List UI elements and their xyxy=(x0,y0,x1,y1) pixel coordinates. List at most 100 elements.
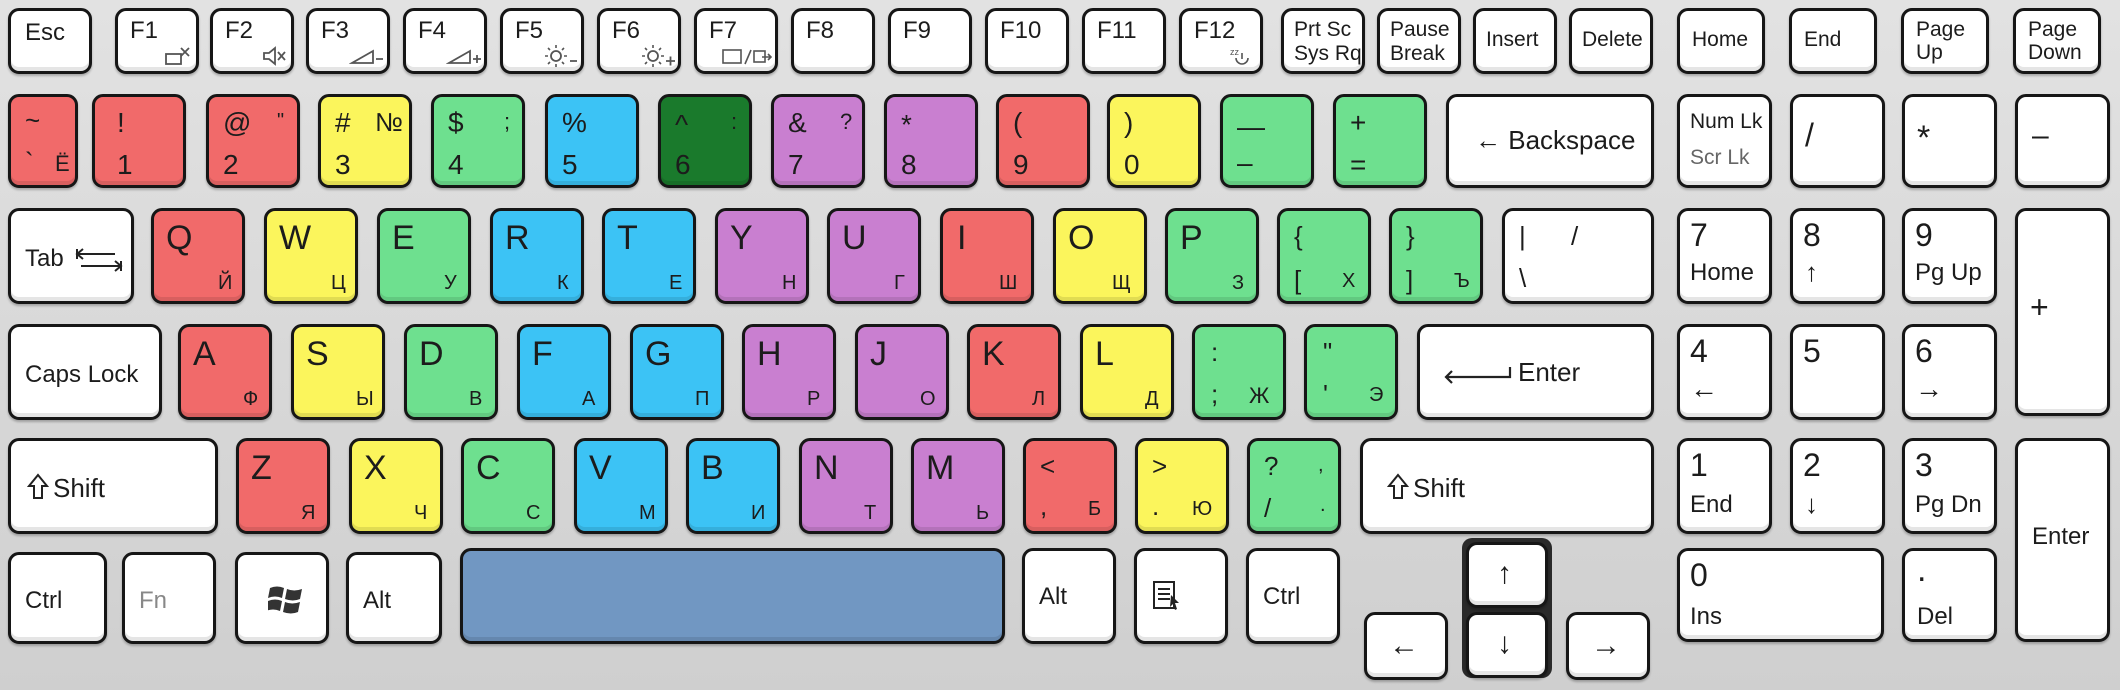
key-1[interactable]: ! 1 xyxy=(92,94,186,188)
key-enter[interactable]: Enter xyxy=(1417,324,1654,420)
key-f9[interactable]: F9 xyxy=(888,8,972,74)
key-9[interactable]: (9 xyxy=(996,94,1090,188)
key-e[interactable]: EУ xyxy=(377,208,471,304)
key-numpad-8[interactable]: 8 ↑ xyxy=(1790,208,1885,304)
key-backspace[interactable]: ← Backspace xyxy=(1446,94,1654,188)
key-o[interactable]: OЩ xyxy=(1053,208,1147,304)
key-end[interactable]: End xyxy=(1789,8,1877,74)
key-insert[interactable]: Insert xyxy=(1473,8,1557,74)
key-f8[interactable]: F8 xyxy=(791,8,875,74)
key-f11[interactable]: F11 xyxy=(1082,8,1166,74)
key-numpad-enter[interactable]: Enter xyxy=(2015,438,2110,642)
key-2[interactable]: @ " 2 xyxy=(206,94,300,188)
key-5[interactable]: % 5 xyxy=(545,94,639,188)
key-num-lock[interactable]: Num Lk Scr Lk xyxy=(1677,94,1772,188)
key-windows[interactable] xyxy=(235,552,329,644)
key-0[interactable]: ) 0 xyxy=(1107,94,1201,188)
key-c[interactable]: CС xyxy=(461,438,555,534)
key-right-alt[interactable]: Alt xyxy=(1022,548,1116,644)
key-numpad-3[interactable]: 3 Pg Dn xyxy=(1902,438,1997,534)
key-left-shift[interactable]: Shift xyxy=(8,438,218,534)
key-minus[interactable]: — – xyxy=(1220,94,1314,188)
key-f10[interactable]: F10 xyxy=(985,8,1069,74)
key-v[interactable]: VМ xyxy=(574,438,668,534)
key-f7[interactable]: F7 xyxy=(694,8,778,74)
key-p[interactable]: PЗ xyxy=(1165,208,1259,304)
key-numpad-2[interactable]: 2 ↓ xyxy=(1790,438,1885,534)
key-f12[interactable]: F12 zz xyxy=(1179,8,1263,74)
key-f1[interactable]: F1 xyxy=(115,8,199,74)
key-caps-lock[interactable]: Caps Lock xyxy=(8,324,162,420)
key-4[interactable]: $; 4 xyxy=(431,94,525,188)
key-x[interactable]: XЧ xyxy=(349,438,443,534)
key-l[interactable]: LД xyxy=(1080,324,1174,420)
key-b[interactable]: BИ xyxy=(686,438,780,534)
key-numpad-decimal[interactable]: . Del xyxy=(1902,548,1997,642)
key-prtsc[interactable]: Prt Sc Sys Rq xyxy=(1281,8,1365,74)
key-arrow-left[interactable]: ← xyxy=(1364,612,1448,680)
key-y[interactable]: YН xyxy=(715,208,809,304)
key-numpad-multiply[interactable]: * xyxy=(1902,94,1997,188)
key-esc[interactable]: Esc xyxy=(8,8,92,74)
key-quote[interactable]: " ' Э xyxy=(1304,324,1398,420)
key-menu[interactable] xyxy=(1134,548,1228,644)
key-arrow-down[interactable]: ↓ xyxy=(1466,612,1548,678)
key-t[interactable]: TЕ xyxy=(602,208,696,304)
key-left-ctrl[interactable]: Ctrl xyxy=(8,552,107,644)
key-tab[interactable]: Tab xyxy=(8,208,134,304)
key-fn[interactable]: Fn xyxy=(122,552,216,644)
key-numpad-4[interactable]: 4 ← xyxy=(1677,324,1772,420)
key-8[interactable]: * 8 xyxy=(884,94,978,188)
key-numpad-divide[interactable]: / xyxy=(1790,94,1885,188)
key-numpad-subtract[interactable]: – xyxy=(2015,94,2110,188)
key-numpad-0[interactable]: 0 Ins xyxy=(1677,548,1884,642)
key-page-up[interactable]: Page Up xyxy=(1901,8,1989,74)
key-r[interactable]: RК xyxy=(490,208,584,304)
key-right-ctrl[interactable]: Ctrl xyxy=(1246,548,1340,644)
key-a[interactable]: AФ xyxy=(178,324,272,420)
key-numpad-9[interactable]: 9 Pg Up xyxy=(1902,208,1997,304)
key-comma[interactable]: <, Б xyxy=(1023,438,1117,534)
key-f4[interactable]: F4 xyxy=(403,8,487,74)
key-f3[interactable]: F3 xyxy=(306,8,390,74)
key-space[interactable] xyxy=(460,548,1005,644)
key-backslash[interactable]: | / \ xyxy=(1502,208,1654,304)
key-w[interactable]: WЦ xyxy=(264,208,358,304)
key-n[interactable]: NТ xyxy=(799,438,893,534)
key-numpad-6[interactable]: 6 → xyxy=(1902,324,1997,420)
key-pause[interactable]: Pause Break xyxy=(1377,8,1461,74)
key-f[interactable]: FА xyxy=(517,324,611,420)
key-slash[interactable]: ?, /. xyxy=(1247,438,1341,534)
key-z[interactable]: ZЯ xyxy=(236,438,330,534)
key-left-bracket[interactable]: {[Х xyxy=(1277,208,1371,304)
key-delete[interactable]: Delete xyxy=(1569,8,1653,74)
key-f2[interactable]: F2 xyxy=(210,8,294,74)
key-f5[interactable]: F5 xyxy=(500,8,584,74)
key-3[interactable]: # № 3 xyxy=(318,94,412,188)
key-u[interactable]: UГ xyxy=(827,208,921,304)
key-left-alt[interactable]: Alt xyxy=(346,552,442,644)
key-i[interactable]: IШ xyxy=(940,208,1034,304)
key-equal[interactable]: + = xyxy=(1333,94,1427,188)
key-f6[interactable]: F6 xyxy=(597,8,681,74)
key-7[interactable]: &? 7 xyxy=(771,94,865,188)
key-home[interactable]: Home xyxy=(1677,8,1765,74)
key-d[interactable]: DВ xyxy=(404,324,498,420)
key-page-down[interactable]: Page Down xyxy=(2013,8,2101,74)
key-numpad-add[interactable]: + xyxy=(2015,208,2110,416)
key-right-bracket[interactable]: }] Ъ xyxy=(1389,208,1483,304)
key-numpad-7[interactable]: 7 Home xyxy=(1677,208,1772,304)
key-6[interactable]: ^: 6 xyxy=(658,94,752,188)
key-period[interactable]: >. Ю xyxy=(1135,438,1229,534)
key-arrow-up[interactable]: ↑ xyxy=(1466,542,1548,608)
key-m[interactable]: MЬ xyxy=(911,438,1005,534)
key-g[interactable]: GП xyxy=(630,324,724,420)
key-semicolon[interactable]: :; Ж xyxy=(1192,324,1286,420)
key-j[interactable]: JО xyxy=(855,324,949,420)
key-tilde[interactable]: ~ ` Ё xyxy=(8,94,78,188)
key-h[interactable]: HР xyxy=(742,324,836,420)
key-q[interactable]: QЙ xyxy=(151,208,245,304)
key-numpad-5[interactable]: 5 xyxy=(1790,324,1885,420)
key-arrow-right[interactable]: → xyxy=(1566,612,1650,680)
key-s[interactable]: SЫ xyxy=(291,324,385,420)
